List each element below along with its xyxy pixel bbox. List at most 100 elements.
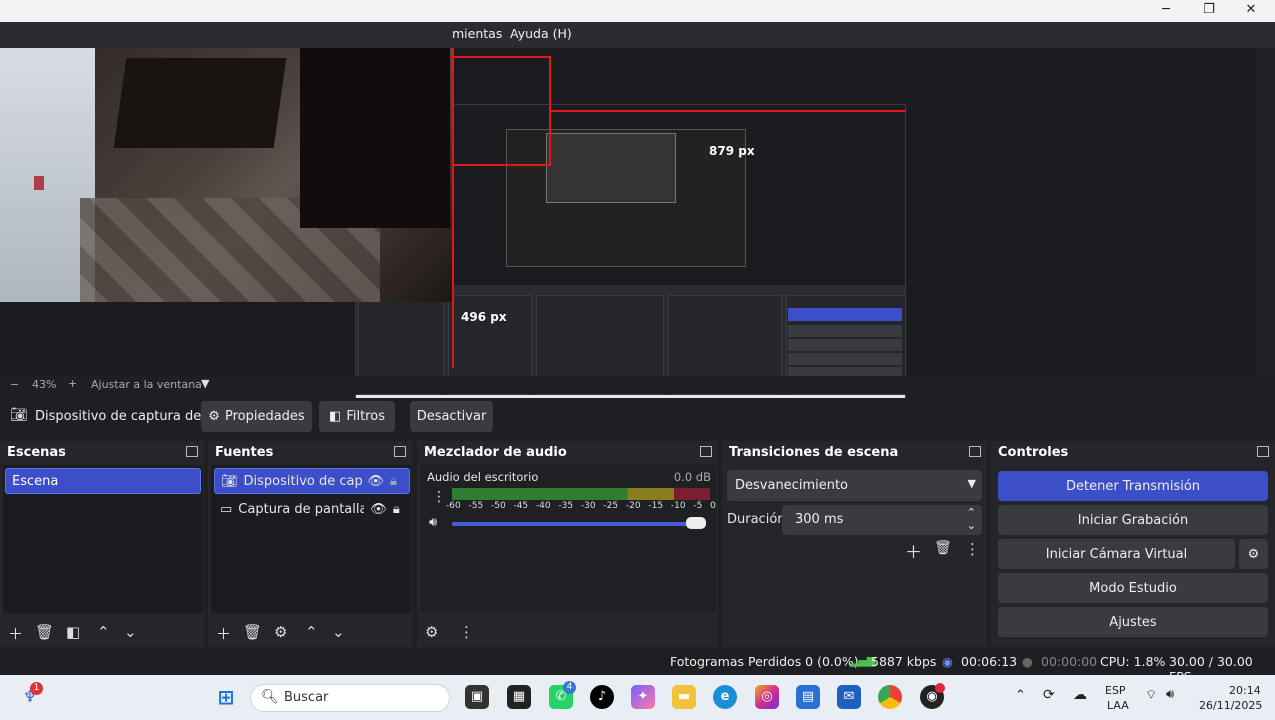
dropped-frames: Fotogramas Perdidos 0 (0.0%): [670, 654, 859, 669]
meter-tick-label: -55: [468, 501, 484, 511]
monitor-icon: ▭: [220, 501, 233, 517]
mixer-footer: ⚙ ⋮: [417, 617, 718, 647]
file-explorer-icon[interactable]: ▬: [672, 685, 696, 709]
filters-button[interactable]: ◧ Filtros: [319, 401, 395, 432]
eye-icon[interactable]: 👁︎: [368, 474, 385, 489]
zoom-in-button[interactable]: +: [68, 377, 77, 390]
language-top[interactable]: ESP: [1105, 684, 1126, 697]
zoom-level: 43%: [32, 378, 57, 391]
meter-tick-label: -35: [558, 501, 574, 511]
deactivate-button[interactable]: Desactivar: [410, 401, 493, 432]
clock-date[interactable]: 26/11/2025: [1199, 699, 1262, 712]
edge-icon[interactable]: e: [713, 685, 737, 709]
chevron-down-icon[interactable]: ⌄: [332, 623, 345, 641]
store-icon[interactable]: ▤: [796, 685, 820, 709]
scene-item[interactable]: Escena: [5, 468, 201, 494]
add-icon[interactable]: ＋: [216, 623, 231, 644]
meter-tick-label: -10: [670, 501, 686, 511]
duration-spinbox[interactable]: 300 ms ⌃ ⌄: [782, 505, 982, 535]
notification-badge: 1: [30, 682, 43, 695]
cloud-icon[interactable]: ☁: [1073, 687, 1087, 703]
language-bottom[interactable]: LAA: [1107, 699, 1129, 712]
film-app-icon[interactable]: ▦: [507, 685, 531, 709]
undock-icon[interactable]: [394, 446, 406, 457]
settings-button[interactable]: Ajustes: [998, 607, 1268, 637]
trash-icon[interactable]: 🗑︎: [35, 623, 54, 641]
whatsapp-badge: 4: [563, 681, 576, 694]
gear-icon[interactable]: ⚙: [425, 623, 438, 641]
instagram-icon[interactable]: ◎: [755, 685, 779, 709]
stop-streaming-button[interactable]: Detener Transmisión: [998, 471, 1268, 501]
gear-icon[interactable]: ⚙: [274, 623, 287, 641]
windows-start-icon[interactable]: ⊞: [214, 685, 238, 709]
zoom-bar: − 43% + Ajustar a la ventana ▼: [0, 376, 1256, 394]
volume-slider[interactable]: [452, 522, 706, 526]
preview-scrollbar[interactable]: [1256, 48, 1275, 376]
chrome-icon[interactable]: [878, 685, 902, 709]
outlook-icon[interactable]: ✉: [837, 685, 861, 709]
fit-window-button[interactable]: Ajustar a la ventana: [91, 378, 202, 391]
lock-icon[interactable]: 🔒︎: [393, 502, 400, 517]
chevron-up-icon[interactable]: ⌃: [97, 623, 110, 641]
virtual-camera-settings-button[interactable]: ⚙: [1239, 539, 1268, 569]
eye-icon[interactable]: 👁︎: [370, 502, 387, 517]
filter-icon[interactable]: ◧: [66, 623, 80, 641]
clock-time[interactable]: 20:14: [1229, 684, 1261, 697]
meter-tick-label: -25: [603, 501, 619, 511]
scenes-dock: Escenas Escena ＋ 🗑︎ ◧ ⌃ ⌄: [0, 441, 204, 647]
undock-icon[interactable]: [186, 446, 198, 457]
copilot-icon[interactable]: ✦: [631, 685, 655, 709]
menu-tools[interactable]: mientas: [452, 26, 502, 41]
gear-icon: ⚙: [1247, 546, 1260, 562]
studio-mode-button[interactable]: Modo Estudio: [998, 573, 1268, 603]
task-view-icon[interactable]: ▣: [465, 685, 489, 709]
tiktok-icon[interactable]: ♪: [590, 685, 614, 709]
start-recording-button[interactable]: Iniciar Grabación: [998, 505, 1268, 535]
preview-canvas[interactable]: 879 px 496 px: [0, 48, 1256, 416]
chevron-down-icon[interactable]: ⌄: [124, 623, 137, 641]
add-icon[interactable]: ＋: [905, 538, 922, 563]
chevron-down-icon[interactable]: ⌄: [967, 519, 976, 532]
source-item[interactable]: ▭ Captura de pantalla 👁︎ 🔒︎: [214, 496, 410, 522]
chevron-up-icon[interactable]: ⌃: [1015, 688, 1026, 703]
zoom-out-button[interactable]: −: [10, 378, 19, 391]
speaker-icon[interactable]: 🔊︎: [1166, 687, 1174, 702]
trash-icon[interactable]: 🗑︎: [243, 623, 262, 641]
webcam-preview: [0, 48, 452, 302]
source-toolbar: 📷︎ Dispositivo de captura de v: [0, 398, 1275, 436]
chevron-up-icon[interactable]: ⌃: [967, 506, 976, 519]
meter-tick-label: -45: [513, 501, 529, 511]
channel-db: 0.0 dB: [673, 470, 711, 484]
wifi-icon[interactable]: ⌔: [1145, 687, 1157, 703]
sync-icon[interactable]: ⟳: [1043, 687, 1055, 703]
recording-dot: [935, 683, 945, 693]
kebab-menu-icon[interactable]: ⋮: [459, 623, 474, 641]
kebab-menu-icon[interactable]: ⋮: [432, 489, 446, 505]
add-icon[interactable]: ＋: [8, 623, 23, 644]
meter-tick-label: 0: [710, 501, 716, 511]
properties-button[interactable]: ⚙ Propiedades: [201, 401, 312, 432]
undock-icon[interactable]: [700, 446, 712, 457]
chevron-up-icon[interactable]: ⌃: [305, 623, 318, 641]
taskbar-search[interactable]: 🔍︎ Buscar: [250, 684, 450, 712]
undock-icon[interactable]: [969, 446, 981, 457]
meter-tick-label: -5: [693, 501, 703, 511]
volume-slider-handle[interactable]: [686, 517, 706, 529]
stream-icon: ◉: [942, 654, 953, 669]
sources-list: 📷︎ Dispositivo de captur 👁︎ 🔒︎ ▭ Captura…: [211, 465, 411, 613]
close-button[interactable]: ✕: [1229, 0, 1273, 22]
kebab-menu-icon[interactable]: ⋮: [965, 540, 980, 558]
transition-select[interactable]: Desvanecimiento ▼: [727, 470, 982, 501]
trash-icon[interactable]: 🗑︎: [934, 540, 952, 556]
speaker-icon[interactable]: 🔊︎: [429, 515, 437, 530]
maximize-button[interactable]: ❐: [1187, 0, 1231, 22]
lock-icon[interactable]: 🔒︎: [390, 474, 397, 489]
channel-name: Audio del escritorio: [427, 470, 539, 484]
undock-icon[interactable]: [1257, 446, 1269, 457]
minimize-button[interactable]: ─: [1144, 0, 1188, 22]
zoom-dropdown-icon[interactable]: ▼: [201, 377, 209, 390]
start-virtual-camera-button[interactable]: Iniciar Cámara Virtual: [998, 539, 1235, 569]
menu-help[interactable]: Ayuda (H): [510, 26, 572, 41]
sources-dock: Fuentes 📷︎ Dispositivo de captur 👁︎ 🔒︎ ▭…: [208, 441, 412, 647]
source-item[interactable]: 📷︎ Dispositivo de captur 👁︎ 🔒︎: [214, 468, 410, 494]
